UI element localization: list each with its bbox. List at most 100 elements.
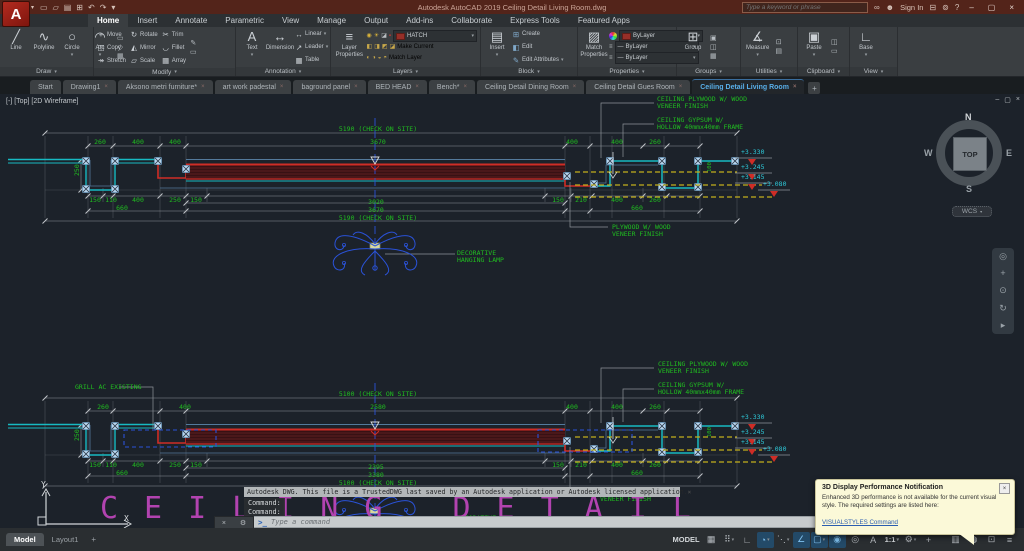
file-tab-aksono-metri-furniture[interactable]: Aksono metri furniture* × bbox=[117, 80, 213, 94]
viewport-style-label[interactable]: [2D Wireframe] bbox=[31, 98, 78, 105]
file-tab-close-icon[interactable]: × bbox=[354, 84, 358, 90]
modify-mirror-button[interactable]: ◭ Mirror bbox=[130, 41, 158, 54]
isometric-drafting-icon[interactable]: ⋱ ▾ bbox=[775, 532, 792, 548]
application-menu-button[interactable]: A bbox=[2, 1, 30, 27]
viewport-controls-label[interactable]: [-] bbox=[6, 98, 12, 105]
layers-match-layer-button[interactable]: Match Layer bbox=[389, 55, 422, 61]
base-view-button[interactable]: ∟ Base ▾ bbox=[853, 28, 879, 66]
ribbon-tab-parametric[interactable]: Parametric bbox=[216, 14, 273, 27]
panel-label-utilities[interactable]: Utilities ▾ bbox=[741, 67, 797, 76]
block-edit-attributes-button[interactable]: ✎ Edit Attributes ▾ bbox=[512, 54, 564, 66]
erase-icon[interactable]: ▭ bbox=[190, 49, 197, 56]
file-tab-close-icon[interactable]: × bbox=[104, 84, 108, 90]
pan-icon[interactable]: + bbox=[1000, 269, 1005, 278]
file-tab-baground-panel[interactable]: baground panel × bbox=[293, 80, 366, 94]
viewcube-top-face[interactable]: TOP bbox=[953, 137, 987, 171]
copy-clip-icon[interactable]: ◫ bbox=[831, 39, 838, 46]
plot-icon[interactable]: ⊞ bbox=[76, 3, 83, 12]
steering-wheel-icon[interactable]: ◎ bbox=[999, 252, 1007, 261]
ribbon-tab-view[interactable]: View bbox=[273, 14, 308, 27]
ribbon-tab-collaborate[interactable]: Collaborate bbox=[442, 14, 501, 27]
layer-tool-icon[interactable]: ◩ bbox=[382, 44, 388, 50]
panel-label-view[interactable]: View ▾ bbox=[850, 67, 897, 76]
redo-icon[interactable]: ↷ bbox=[100, 3, 107, 12]
file-tab-close-icon[interactable]: × bbox=[464, 84, 468, 90]
ribbon-tab-insert[interactable]: Insert bbox=[128, 14, 166, 27]
qat-dropdown-icon[interactable]: ▾ bbox=[111, 3, 115, 12]
model-space-label[interactable]: MODEL bbox=[671, 532, 702, 548]
annotation-leader-button[interactable]: ↗ Leader ▾ bbox=[295, 41, 328, 53]
layer-color-icon[interactable]: ▪ bbox=[389, 33, 391, 39]
zoom-icon[interactable]: ⊙ bbox=[999, 286, 1007, 295]
layout1-tab[interactable]: Layout1 bbox=[44, 533, 87, 546]
layer-properties-button[interactable]: ≡ Layer Properties bbox=[334, 28, 365, 66]
line-button[interactable]: ╱ Line bbox=[3, 28, 29, 66]
ortho-mode-icon[interactable]: ∟ bbox=[739, 532, 756, 548]
linetype-icon[interactable]: ≡ bbox=[609, 55, 613, 61]
panel-label-modify[interactable]: Modify ▾ bbox=[94, 68, 235, 76]
viewcube[interactable]: TOP N S W E WCS ▾ bbox=[924, 112, 1012, 217]
layer-tool-icon[interactable]: ◨ bbox=[374, 44, 380, 50]
file-tab-close-icon[interactable]: × bbox=[793, 84, 797, 90]
dimension-button[interactable]: ↔ Dimension bbox=[266, 28, 294, 66]
ribbon-tab-manage[interactable]: Manage bbox=[308, 14, 355, 27]
file-tab-close-icon[interactable]: × bbox=[679, 84, 683, 90]
modify-move-button[interactable]: + Move bbox=[97, 28, 126, 41]
ungroup-icon[interactable]: ▣ bbox=[710, 35, 717, 42]
modify-trim-button[interactable]: ✂ Trim bbox=[162, 28, 186, 41]
command-customize-icon[interactable]: ⚙ bbox=[240, 519, 246, 527]
close-button[interactable]: × bbox=[1005, 3, 1018, 12]
new-drawing-tab-button[interactable]: + bbox=[808, 82, 821, 94]
help-icon[interactable]: ? bbox=[955, 3, 959, 12]
annotation-table-button[interactable]: ▦ Table bbox=[295, 54, 328, 66]
search-input[interactable] bbox=[741, 1, 868, 13]
ribbon-tab-output[interactable]: Output bbox=[355, 14, 397, 27]
file-tab-close-icon[interactable]: × bbox=[415, 84, 419, 90]
ribbon-tab-home[interactable]: Home bbox=[88, 14, 129, 27]
block-create-button[interactable]: ⊞ Create bbox=[512, 28, 564, 40]
layer-tool-icon[interactable]: ◑ bbox=[372, 55, 376, 61]
modify-rotate-button[interactable]: ↻ Rotate bbox=[130, 28, 158, 41]
panel-label-groups[interactable]: Groups ▾ bbox=[677, 67, 740, 76]
command-close-icon[interactable]: × bbox=[222, 520, 226, 527]
modify-scale-button[interactable]: ▱ Scale bbox=[130, 54, 158, 67]
panel-label-properties[interactable]: Properties ▾ bbox=[578, 67, 676, 76]
lock-icon[interactable]: ◪ bbox=[381, 33, 387, 39]
showmotion-icon[interactable]: ▸ bbox=[1001, 320, 1006, 330]
layer-tool-icon[interactable]: ◓ bbox=[383, 55, 387, 61]
text-button[interactable]: A Text ▾ bbox=[239, 28, 265, 66]
group-edit-icon[interactable]: ◫ bbox=[710, 44, 717, 51]
viewcube-west[interactable]: W bbox=[924, 148, 933, 158]
layer-tool-icon[interactable]: ◪ bbox=[390, 44, 396, 50]
modify-fillet-button[interactable]: ◡ Fillet bbox=[162, 41, 186, 54]
model-tab[interactable]: Model bbox=[6, 533, 44, 546]
viewcube-south[interactable]: S bbox=[966, 184, 972, 194]
file-tab-bench[interactable]: Bench* × bbox=[428, 80, 476, 94]
snap-mode-icon[interactable]: ⠿ ▾ bbox=[721, 532, 738, 548]
file-tab-close-icon[interactable]: × bbox=[573, 84, 577, 90]
object-snap-tracking-icon[interactable]: ∠ bbox=[792, 531, 810, 548]
trusteddwg-close-icon[interactable]: × bbox=[688, 489, 692, 496]
wcs-dropdown[interactable]: WCS ▾ bbox=[952, 206, 992, 217]
grid-display-icon[interactable]: ▦ bbox=[703, 532, 720, 548]
measure-button[interactable]: ∡ Measure ▾ bbox=[744, 28, 771, 66]
color-wheel-icon[interactable] bbox=[609, 32, 617, 40]
modify-copy-button[interactable]: ◫ Copy bbox=[97, 41, 126, 54]
annotation-linear-button[interactable]: ↔ Linear ▾ bbox=[295, 28, 328, 40]
doc-minimize-icon[interactable]: – bbox=[995, 96, 999, 104]
ribbon-tab-add-ins[interactable]: Add-ins bbox=[397, 14, 442, 27]
polar-tracking-icon[interactable]: ◔ ▾ bbox=[756, 531, 774, 548]
block-edit-button[interactable]: ◧ Edit bbox=[512, 41, 564, 53]
application-menu-dropdown-icon[interactable]: ▾ bbox=[31, 4, 34, 11]
orbit-icon[interactable]: ↻ bbox=[999, 303, 1007, 313]
group-select-icon[interactable]: ▦ bbox=[710, 53, 717, 60]
ribbon-tab-featured-apps[interactable]: Featured Apps bbox=[569, 14, 639, 27]
file-tab-drawing1[interactable]: Drawing1 × bbox=[62, 80, 116, 94]
layer-tool-icon[interactable]: ◒ bbox=[378, 55, 382, 61]
minimize-button[interactable]: – bbox=[965, 3, 977, 12]
viewcube-north[interactable]: N bbox=[965, 112, 972, 122]
id-point-icon[interactable]: ▤ bbox=[775, 48, 782, 55]
panel-label-layers[interactable]: Layers ▾ bbox=[331, 67, 480, 76]
layers-make-current-button[interactable]: Make Current bbox=[397, 44, 433, 50]
drawing-viewport[interactable]: 5190 (CHECK ON SITE) 3670 260 400 400 400 400 2… bbox=[0, 94, 1024, 528]
